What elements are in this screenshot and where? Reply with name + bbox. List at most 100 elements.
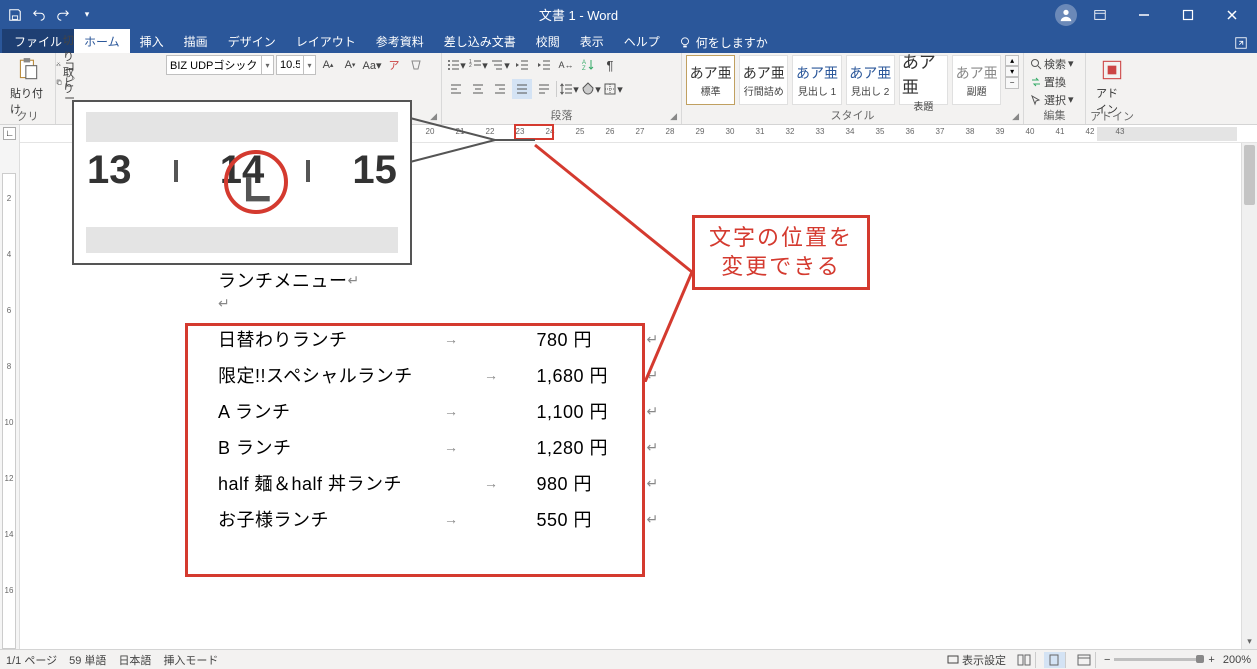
- tab-home[interactable]: ホーム: [74, 29, 130, 53]
- show-marks-button[interactable]: ¶: [600, 55, 620, 75]
- svg-text:2: 2: [469, 63, 472, 69]
- style-heading1[interactable]: あア亜見出し 1: [792, 55, 841, 105]
- status-words[interactable]: 59 単語: [69, 652, 106, 668]
- status-page[interactable]: 1/1 ページ: [6, 652, 57, 668]
- tab-selector[interactable]: ∟: [3, 127, 16, 140]
- status-display[interactable]: 表示設定: [947, 652, 1006, 668]
- align-right-button[interactable]: [490, 79, 510, 99]
- ltr-button[interactable]: A↔: [556, 55, 576, 75]
- close-button[interactable]: [1211, 1, 1253, 29]
- align-center-button[interactable]: [468, 79, 488, 99]
- zoom-out-button[interactable]: −: [1104, 654, 1110, 666]
- select-button[interactable]: 選択 ▾: [1028, 91, 1076, 108]
- font-size-dropdown[interactable]: ▾: [304, 55, 316, 75]
- title-bar: ▾ 文書 1 - Word: [0, 0, 1257, 29]
- find-icon: [1030, 58, 1042, 70]
- font-size-input[interactable]: [276, 55, 304, 75]
- paragraph-group-label: 段落: [551, 109, 573, 123]
- paragraph-mark-icon: ↵: [647, 367, 659, 384]
- status-lang[interactable]: 日本語: [118, 652, 151, 668]
- tell-me-label: 何をしますか: [696, 34, 768, 51]
- tab-layout[interactable]: レイアウト: [286, 29, 366, 53]
- view-web-icon[interactable]: [1074, 652, 1096, 668]
- ribbon-tabs: ファイル ホーム 挿入 描画 デザイン レイアウト 参考資料 差し込み文書 校閲…: [0, 29, 1257, 53]
- line-spacing-button[interactable]: ▾: [559, 79, 579, 99]
- tab-references[interactable]: 参考資料: [366, 29, 434, 53]
- font-launcher-icon[interactable]: ◢: [430, 109, 437, 123]
- group-clipboard-side: 切り取り コピー: [56, 53, 60, 124]
- change-case-button[interactable]: Aa▾: [362, 55, 382, 75]
- zoom-level[interactable]: 200%: [1223, 654, 1251, 666]
- paragraph-mark-icon: ↵: [647, 439, 659, 456]
- scroll-down-icon[interactable]: ▾: [1242, 633, 1257, 649]
- copy-button[interactable]: コピー: [54, 73, 83, 90]
- font-name-input[interactable]: [166, 55, 262, 75]
- redo-icon[interactable]: [52, 4, 74, 26]
- find-button[interactable]: 検索 ▾: [1028, 55, 1076, 72]
- user-avatar-icon[interactable]: [1055, 4, 1077, 26]
- font-name-dropdown[interactable]: ▾: [262, 55, 274, 75]
- qat-dropdown-icon[interactable]: ▾: [76, 4, 98, 26]
- tab-view[interactable]: 表示: [570, 29, 614, 53]
- tab-draw[interactable]: 描画: [174, 29, 218, 53]
- shrink-font-button[interactable]: A▾: [340, 55, 360, 75]
- styles-scroll[interactable]: ▴▾⎯: [1005, 55, 1019, 89]
- shading-button[interactable]: ▾: [581, 79, 601, 99]
- clear-format-button[interactable]: [406, 55, 426, 75]
- doc-title-line: ランチメニュー↵: [218, 267, 659, 293]
- vertical-scrollbar[interactable]: ▴ ▾: [1241, 143, 1257, 649]
- maximize-button[interactable]: [1167, 1, 1209, 29]
- select-icon: [1030, 94, 1042, 106]
- increase-indent-button[interactable]: [534, 55, 554, 75]
- zoom-in-button[interactable]: +: [1208, 654, 1214, 666]
- tab-review[interactable]: 校閲: [526, 29, 570, 53]
- save-icon[interactable]: [4, 4, 26, 26]
- view-print-icon[interactable]: [1044, 652, 1066, 668]
- undo-icon[interactable]: [28, 4, 50, 26]
- style-heading2[interactable]: あア亜見出し 2: [846, 55, 895, 105]
- tab-design[interactable]: デザイン: [218, 29, 286, 53]
- sort-button[interactable]: AZ: [578, 55, 598, 75]
- bullets-button[interactable]: ▾: [446, 55, 466, 75]
- addin-icon: [1099, 57, 1125, 83]
- copy-icon: [56, 76, 62, 88]
- decrease-indent-button[interactable]: [512, 55, 532, 75]
- tab-help[interactable]: ヘルプ: [614, 29, 670, 53]
- styles-group-label: スタイル: [831, 109, 875, 123]
- style-normal[interactable]: あア亜標準: [686, 55, 735, 105]
- zoom-track[interactable]: [1114, 658, 1204, 661]
- replace-icon: [1030, 76, 1042, 88]
- grow-font-button[interactable]: A▴: [318, 55, 338, 75]
- styles-launcher-icon[interactable]: ◢: [1012, 109, 1019, 123]
- zoom-slider[interactable]: − +: [1104, 654, 1215, 666]
- borders-button[interactable]: ▾: [603, 79, 623, 99]
- status-mode[interactable]: 挿入モード: [163, 652, 218, 668]
- numbering-button[interactable]: 12▾: [468, 55, 488, 75]
- vertical-ruler[interactable]: ∟ 246810121416: [0, 125, 20, 649]
- paragraph-mark-icon: ↵: [647, 475, 659, 492]
- scroll-thumb[interactable]: [1244, 145, 1255, 205]
- annotation-zoom-inset: 13 14 15 ∟: [72, 100, 412, 265]
- share-icon[interactable]: [1229, 33, 1253, 53]
- cut-icon: [56, 58, 61, 70]
- display-settings-icon: [947, 654, 959, 666]
- replace-button[interactable]: 置換: [1028, 73, 1076, 90]
- view-read-icon[interactable]: [1014, 652, 1036, 668]
- paragraph-launcher-icon[interactable]: ◢: [670, 109, 677, 123]
- style-no-spacing[interactable]: あア亜行間詰め: [739, 55, 788, 105]
- style-title[interactable]: あア亜表題: [899, 55, 948, 105]
- tell-me-search[interactable]: 何をしますか: [670, 32, 776, 53]
- phonetic-guide-button[interactable]: ア: [384, 55, 404, 75]
- multilevel-button[interactable]: ▾: [490, 55, 510, 75]
- style-subtitle[interactable]: あア亜副題: [952, 55, 1001, 105]
- align-justify-button[interactable]: [512, 79, 532, 99]
- ribbon-display-icon[interactable]: [1079, 1, 1121, 29]
- tab-insert[interactable]: 挿入: [130, 29, 174, 53]
- align-left-button[interactable]: [446, 79, 466, 99]
- distribute-button[interactable]: [534, 79, 554, 99]
- tab-mailings[interactable]: 差し込み文書: [434, 29, 526, 53]
- minimize-button[interactable]: [1123, 1, 1165, 29]
- addin-group-label: アドイン: [1090, 110, 1134, 124]
- group-clipboard: 貼り付け クリ: [0, 53, 56, 124]
- window-title: 文書 1 - Word: [102, 5, 1055, 24]
